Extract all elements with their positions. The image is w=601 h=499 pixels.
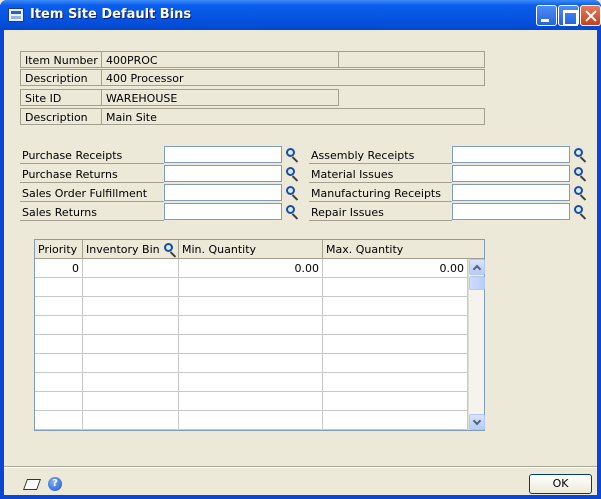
description-label: Description	[20, 69, 101, 86]
purchase-returns-input[interactable]	[164, 165, 282, 182]
table-row[interactable]	[35, 316, 83, 335]
site-id-field: WAREHOUSE	[101, 89, 339, 106]
table-row[interactable]	[179, 297, 323, 316]
scroll-thumb[interactable]	[469, 276, 485, 290]
minimize-icon[interactable]	[536, 5, 557, 26]
description-field: 400 Processor	[101, 69, 485, 86]
grid-cell-max-quantity[interactable]: 0.00	[323, 259, 468, 278]
sales-order-fulfillment-input[interactable]	[164, 184, 282, 201]
table-row[interactable]	[83, 335, 179, 354]
table-row[interactable]	[83, 316, 179, 335]
grid-cell-inventory-bin[interactable]	[83, 259, 179, 278]
window-icon	[8, 8, 24, 22]
item-site-default-bins-window: Item Site Default Bins Item Number 400PR…	[0, 0, 601, 499]
table-row[interactable]	[323, 392, 468, 411]
item-number-field: 400PROC	[101, 51, 339, 68]
item-number-label: Item Number	[20, 51, 101, 68]
table-row[interactable]	[323, 316, 468, 335]
footer-divider	[4, 466, 597, 468]
table-row[interactable]	[179, 354, 323, 373]
grid-cell-min-quantity[interactable]: 0.00	[179, 259, 323, 278]
table-row[interactable]	[179, 335, 323, 354]
assembly-receipts-lookup-icon[interactable]	[572, 147, 588, 163]
site-description-field: Main Site	[101, 108, 485, 125]
purchase-returns-label: Purchase Returns	[20, 166, 164, 183]
table-row[interactable]	[323, 373, 468, 392]
table-row[interactable]	[323, 335, 468, 354]
manufacturing-receipts-label: Manufacturing Receipts	[309, 185, 452, 202]
repair-issues-input[interactable]	[452, 203, 570, 220]
sales-order-fulfillment-lookup-icon[interactable]	[284, 185, 300, 201]
scroll-up-icon[interactable]	[469, 259, 485, 275]
material-issues-label: Material Issues	[309, 166, 452, 183]
item-number-spacer	[339, 51, 485, 68]
scroll-down-icon[interactable]	[469, 414, 485, 430]
window-title: Item Site Default Bins	[30, 7, 192, 22]
purchase-receipts-input[interactable]	[164, 146, 282, 163]
purchase-receipts-label: Purchase Receipts	[20, 147, 164, 164]
table-row[interactable]	[35, 373, 83, 392]
site-description-label: Description	[20, 108, 101, 125]
manufacturing-receipts-lookup-icon[interactable]	[572, 185, 588, 201]
close-icon[interactable]	[580, 5, 601, 26]
sales-returns-label: Sales Returns	[20, 204, 164, 221]
sales-returns-lookup-icon[interactable]	[284, 204, 300, 220]
table-row[interactable]	[35, 297, 83, 316]
title-bar[interactable]: Item Site Default Bins	[0, 0, 601, 30]
table-row[interactable]	[179, 411, 323, 430]
material-issues-input[interactable]	[452, 165, 570, 182]
table-row[interactable]	[83, 297, 179, 316]
site-id-label: Site ID	[20, 89, 101, 106]
ok-button[interactable]: OK	[529, 474, 592, 494]
repair-issues-lookup-icon[interactable]	[572, 204, 588, 220]
sales-order-fulfillment-label: Sales Order Fulfillment	[20, 185, 164, 202]
min-quantity-header[interactable]: Min. Quantity	[179, 240, 323, 259]
table-row[interactable]	[323, 354, 468, 373]
grid-vertical-scrollbar[interactable]	[468, 259, 485, 430]
table-row[interactable]	[83, 373, 179, 392]
material-issues-lookup-icon[interactable]	[572, 166, 588, 182]
sales-returns-input[interactable]	[164, 203, 282, 220]
grid-cell-priority[interactable]: 0	[35, 259, 83, 278]
max-quantity-header[interactable]: Max. Quantity	[323, 240, 484, 259]
table-row[interactable]	[35, 278, 83, 297]
table-row[interactable]	[323, 297, 468, 316]
table-row[interactable]	[83, 278, 179, 297]
table-row[interactable]	[323, 278, 468, 297]
dialog-body: Item Number 400PROC Description 400 Proc…	[4, 30, 597, 495]
inventory-bin-lookup-icon[interactable]	[162, 242, 178, 258]
purchase-returns-lookup-icon[interactable]	[284, 166, 300, 182]
table-row[interactable]	[83, 411, 179, 430]
note-icon[interactable]	[24, 477, 40, 491]
purchase-receipts-lookup-icon[interactable]	[284, 147, 300, 163]
table-row[interactable]	[35, 411, 83, 430]
manufacturing-receipts-input[interactable]	[452, 184, 570, 201]
assembly-receipts-input[interactable]	[452, 146, 570, 163]
priority-header[interactable]: Priority	[35, 240, 83, 259]
table-row[interactable]	[179, 373, 323, 392]
repair-issues-label: Repair Issues	[309, 204, 452, 221]
bins-grid: Priority Inventory Bin Min. Quantity Max…	[34, 239, 485, 431]
table-row[interactable]	[179, 278, 323, 297]
table-row[interactable]	[35, 335, 83, 354]
assembly-receipts-label: Assembly Receipts	[309, 147, 452, 164]
help-icon[interactable]: ?	[48, 477, 62, 491]
table-row[interactable]	[35, 354, 83, 373]
maximize-icon[interactable]	[558, 5, 579, 26]
table-row[interactable]	[83, 392, 179, 411]
table-row[interactable]	[179, 316, 323, 335]
table-row[interactable]	[179, 392, 323, 411]
table-row[interactable]	[35, 392, 83, 411]
table-row[interactable]	[323, 411, 468, 430]
table-row[interactable]	[83, 354, 179, 373]
